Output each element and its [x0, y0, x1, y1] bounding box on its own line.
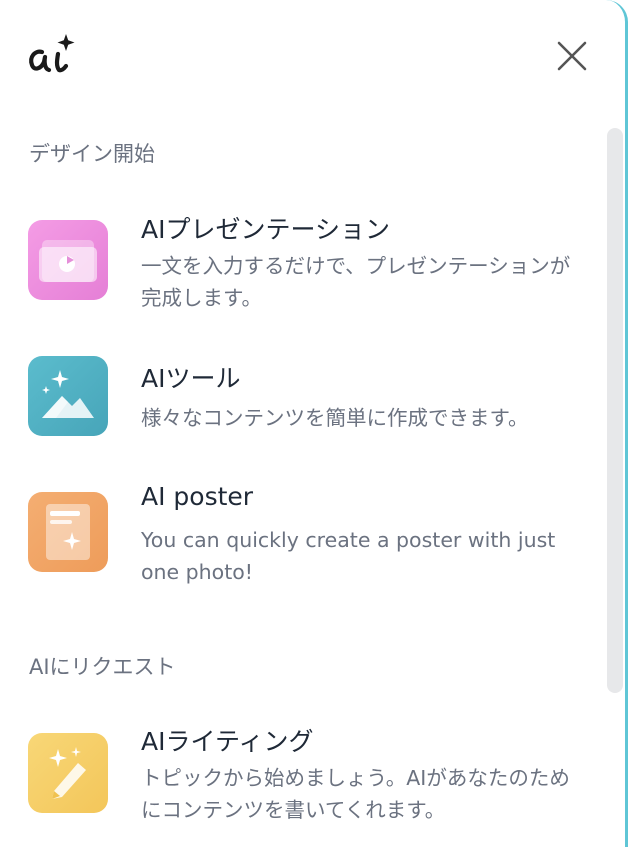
item-title: AIライティング	[141, 727, 314, 756]
section-title-design-start: デザイン開始	[29, 142, 155, 166]
menu-item-ai-poster[interactable]: AI poster You can quickly create a poste…	[28, 482, 588, 584]
ai-menu-panel: デザイン開始 AIプレゼンテーション 一文を入力するだけで、プレゼンテーションが…	[0, 0, 628, 847]
item-description: You can quickly create a poster with jus…	[141, 528, 556, 584]
item-description: トピックから始めましょう。AIがあなたのためにコンテンツを書いてくれます。	[141, 766, 570, 822]
ai-logo-icon	[29, 34, 75, 73]
presentation-icon	[28, 220, 108, 300]
item-description: 様々なコンテンツを簡単に作成できます。	[141, 406, 529, 430]
close-button[interactable]	[552, 36, 592, 76]
pen-sparkle-icon	[28, 733, 108, 813]
image-sparkle-icon	[28, 356, 108, 436]
menu-item-ai-presentation[interactable]: AIプレゼンテーション 一文を入力するだけで、プレゼンテーションが完成します。	[28, 215, 588, 310]
item-title: AIプレゼンテーション	[141, 215, 390, 244]
menu-item-ai-writing[interactable]: AIライティング トピックから始めましょう。AIがあなたのためにコンテンツを書い…	[28, 727, 588, 827]
item-title: AI poster	[141, 482, 254, 511]
item-description: 一文を入力するだけで、プレゼンテーションが完成します。	[141, 254, 571, 310]
scrollbar[interactable]	[607, 128, 623, 693]
menu-item-ai-tools[interactable]: AIツール 様々なコンテンツを簡単に作成できます。	[28, 356, 588, 438]
section-title-ai-request: AIにリクエスト	[29, 655, 176, 679]
poster-icon	[28, 492, 108, 572]
item-title: AIツール	[141, 364, 241, 393]
